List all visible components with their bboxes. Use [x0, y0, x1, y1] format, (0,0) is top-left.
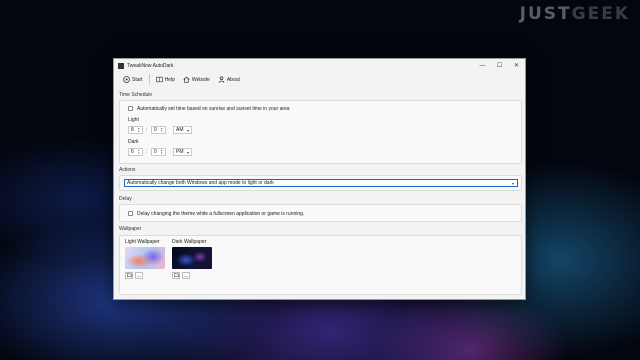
time-schedule-heading: Time Schedule — [119, 92, 153, 98]
light-wallpaper-browse-button[interactable] — [125, 272, 133, 279]
close-button[interactable]: ✕ — [508, 59, 525, 72]
light-wallpaper-thumbnail[interactable] — [125, 247, 165, 269]
window-controls: — ☐ ✕ — [474, 59, 525, 72]
person-icon — [218, 76, 225, 83]
auto-time-label: Automatically set time based on sunrise … — [137, 106, 290, 112]
folder-icon — [173, 273, 179, 278]
delay-label: Delay changing the theme while a fullscr… — [137, 211, 305, 217]
title-bar: TweakNow AutoDark — ☐ ✕ — [114, 59, 525, 72]
website-button[interactable]: Website — [179, 73, 214, 86]
auto-time-checkbox[interactable] — [128, 106, 133, 111]
toolbar-divider — [148, 74, 150, 85]
delay-heading: Delay — [119, 196, 132, 202]
chevron-down-icon: ▾ — [511, 181, 514, 186]
time-separator: : — [146, 149, 148, 155]
help-button[interactable]: Help — [152, 73, 179, 86]
delay-checkbox[interactable] — [128, 211, 133, 216]
spinner-arrows-icon: ▴ ▾ — [161, 148, 163, 155]
start-button[interactable]: Start — [119, 73, 147, 86]
wallpaper-panel: Light Wallpaper — Dark Wallpaper — — [119, 235, 522, 295]
spinner-arrows-icon: ▴ ▾ — [161, 126, 163, 133]
dark-hour-spinner[interactable]: 6 ▴ ▾ — [128, 148, 143, 156]
toolbar: Start Help Website About — [114, 72, 525, 87]
help-book-icon — [155, 76, 163, 83]
light-minute-spinner[interactable]: 0 ▴ ▾ — [151, 126, 166, 134]
dark-wallpaper-label: Dark Wallpaper — [172, 239, 207, 245]
dark-period-select[interactable]: PM ▾ — [173, 148, 192, 156]
home-icon — [183, 76, 190, 83]
watermark-logo: JUSTGEEK — [519, 4, 630, 24]
delay-panel: Delay changing the theme while a fullscr… — [119, 204, 522, 222]
light-label: Light — [128, 117, 139, 123]
dark-wallpaper-clear-button[interactable]: — — [182, 272, 190, 279]
time-separator: : — [146, 127, 148, 133]
wallpaper-heading: Wallpaper — [119, 226, 142, 232]
dark-wallpaper-browse-button[interactable] — [172, 272, 180, 279]
help-label: Help — [164, 76, 175, 83]
dark-wallpaper-thumbnail[interactable] — [172, 247, 212, 269]
play-circle-icon — [123, 76, 130, 83]
light-wallpaper-label: Light Wallpaper — [125, 239, 160, 245]
actions-heading: Actions — [119, 167, 136, 173]
about-button[interactable]: About — [214, 73, 244, 86]
chevron-down-icon: ▾ — [186, 150, 189, 155]
dark-minute-spinner[interactable]: 0 ▴ ▾ — [151, 148, 166, 156]
light-hour-spinner[interactable]: 8 ▴ ▾ — [128, 126, 143, 134]
app-window: TweakNow AutoDark — ☐ ✕ Start Help Websi… — [113, 58, 526, 300]
dark-label: Dark — [128, 139, 139, 145]
folder-icon — [126, 273, 132, 278]
minimize-button[interactable]: — — [474, 59, 491, 72]
chevron-down-icon: ▾ — [186, 128, 189, 133]
app-icon — [118, 62, 124, 69]
time-schedule-panel: Automatically set time based on sunrise … — [119, 100, 522, 164]
spinner-arrows-icon: ▴ ▾ — [138, 126, 140, 133]
about-label: About — [226, 76, 240, 83]
maximize-button[interactable]: ☐ — [491, 59, 508, 72]
actions-panel: Automatically change both Windows and ap… — [119, 175, 522, 191]
website-label: Website — [191, 76, 210, 83]
start-label: Start — [132, 76, 143, 83]
actions-select[interactable]: Automatically change both Windows and ap… — [124, 179, 518, 187]
window-title: TweakNow AutoDark — [127, 62, 174, 69]
light-wallpaper-clear-button[interactable]: — — [135, 272, 143, 279]
light-period-select[interactable]: AM ▾ — [173, 126, 192, 134]
spinner-arrows-icon: ▴ ▾ — [138, 148, 140, 155]
